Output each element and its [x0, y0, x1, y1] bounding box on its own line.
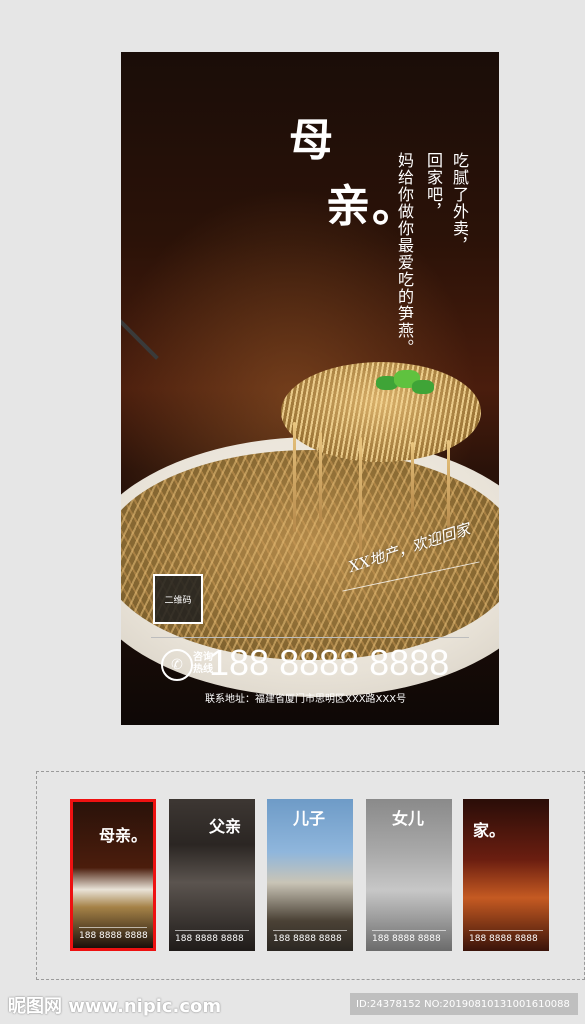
- thumbnail-daughter[interactable]: 女儿 188 8888 8888: [366, 799, 452, 951]
- thumbnail-phone: 188 8888 8888: [79, 931, 148, 941]
- thumbnail-phone: 188 8888 8888: [469, 934, 538, 944]
- phone-number: 188 8888 8888: [209, 642, 450, 683]
- scallion-garnish: [376, 370, 436, 400]
- noodle-strand: [359, 437, 362, 557]
- thumbnail-phone: 188 8888 8888: [273, 934, 342, 944]
- thumbnail-phone: 188 8888 8888: [175, 934, 244, 944]
- thumbnail-phone: 188 8888 8888: [372, 934, 441, 944]
- noodle-strand: [319, 432, 322, 522]
- verse-column-2: 回家吧，: [424, 152, 443, 220]
- poster-title-line1: 母: [289, 115, 335, 166]
- thumbnail-father[interactable]: 父亲 188 8888 8888: [169, 799, 255, 951]
- site-watermark: 昵图网 www.nipic.com: [8, 996, 222, 1017]
- thumbnail-title: 父亲: [209, 817, 242, 836]
- divider: [372, 930, 446, 931]
- image-id-bar: ID:24378152 NO:20190810131001610088: [350, 993, 578, 1015]
- divider: [273, 930, 347, 931]
- thumbnail-son[interactable]: 儿子 188 8888 8888: [267, 799, 353, 951]
- thumbnail-title: 儿子: [293, 809, 326, 828]
- qr-code-placeholder: 二维码: [153, 574, 203, 624]
- thumbnail-home[interactable]: 家。 188 8888 8888: [463, 799, 549, 951]
- thumbnail-mother[interactable]: 母亲。 188 8888 8888: [70, 799, 156, 951]
- divider: [175, 930, 249, 931]
- phone-icon: ✆: [161, 649, 193, 681]
- soup-image: [121, 450, 499, 660]
- verse-column-1: 吃腻了外卖，: [450, 152, 469, 254]
- main-poster: 母 亲。 吃腻了外卖， 回家吧， 妈给你做你最爱吃的笋燕。 XX地产，欢迎回家 …: [121, 52, 499, 725]
- divider: [79, 927, 147, 928]
- divider: [151, 637, 469, 638]
- noodle-strand: [447, 440, 450, 535]
- chopstick-image: [121, 314, 159, 360]
- thumbnail-title: 家。: [473, 821, 506, 840]
- address-text: 联系地址：福建省厦门市思明区XXX路XXX号: [205, 694, 407, 705]
- noodle-strand: [411, 442, 414, 512]
- divider: [469, 930, 543, 931]
- noodle-strand: [293, 422, 296, 532]
- verse-column-3: 妈给你做你最爱吃的笋燕。: [395, 152, 414, 356]
- thumbnail-title: 女儿: [392, 809, 425, 828]
- thumbnail-title: 母亲。: [99, 826, 148, 845]
